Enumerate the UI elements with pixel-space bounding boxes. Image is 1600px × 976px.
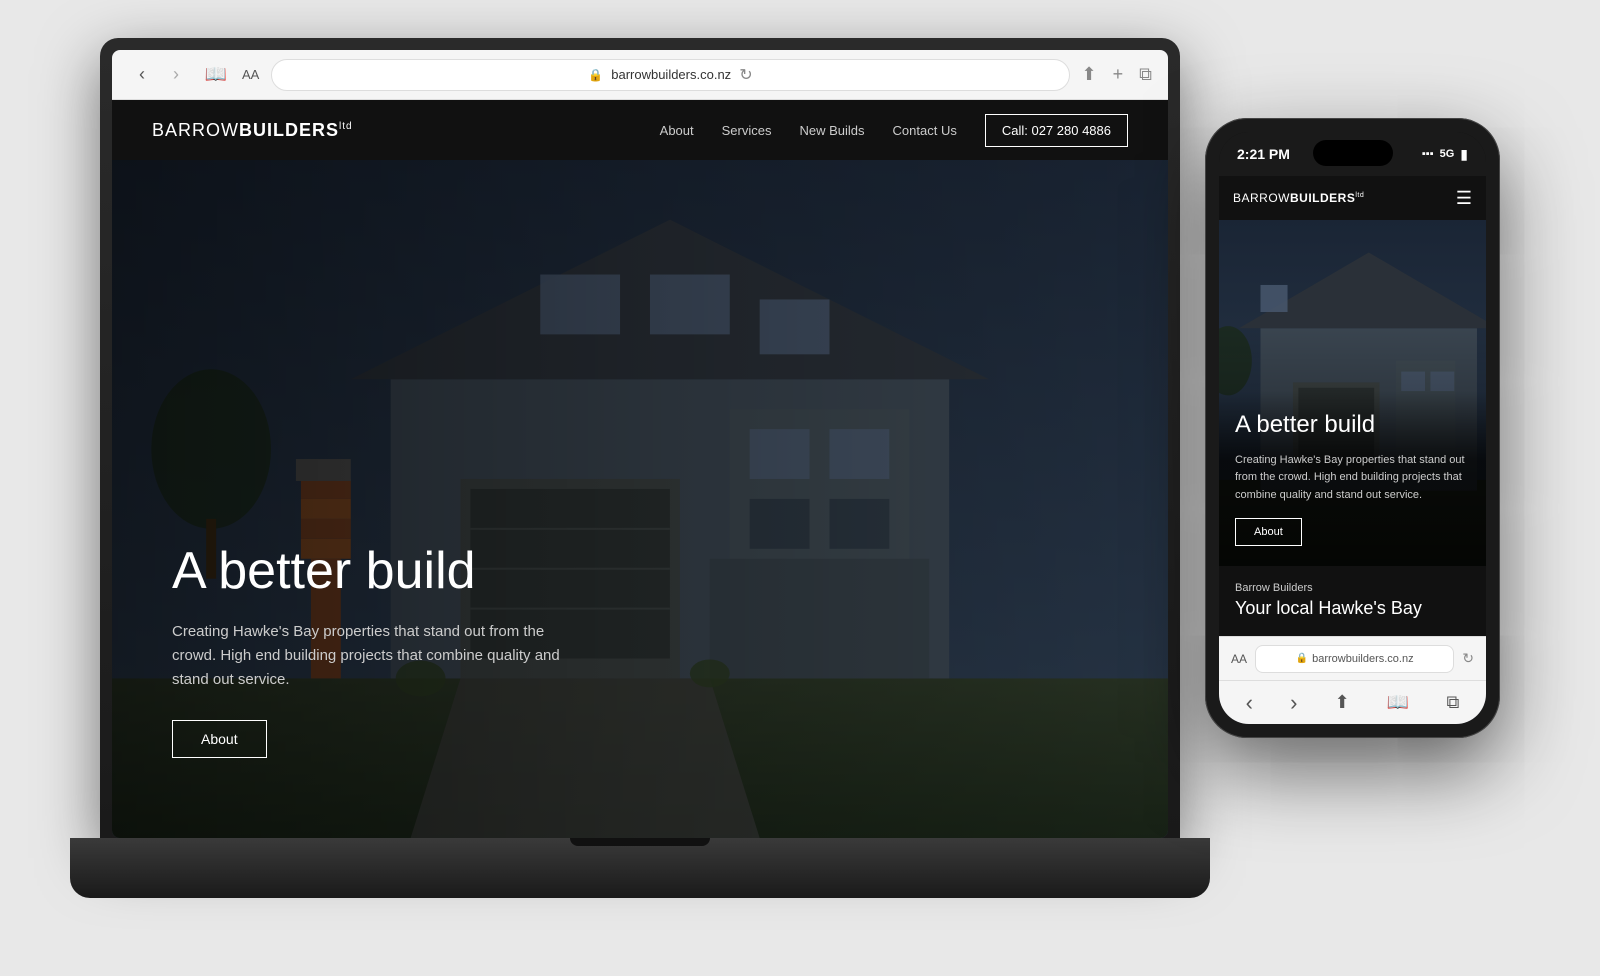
browser-new-tab-icon[interactable]: + [1113, 64, 1124, 85]
hero-about-button[interactable]: About [172, 720, 267, 758]
phone-share-icon[interactable]: ⬆ [1335, 692, 1350, 713]
phone-device: 2:21 PM ▪▪▪ 5G ▮ BARROWBUILDERSltd ☰ [1205, 118, 1500, 738]
hero-content: A better build Creating Hawke's Bay prop… [172, 543, 572, 758]
browser-share-icon[interactable]: ⬆ [1082, 64, 1097, 85]
nav-links-group: About Services New Builds Contact Us Cal… [660, 114, 1128, 147]
hero-subtitle: Creating Hawke's Bay properties that sta… [172, 620, 572, 692]
browser-back-button[interactable]: ‹ [128, 61, 156, 89]
phone-logo-super: ltd [1355, 192, 1364, 199]
phone-browser-address-bar: AA 🔒 barrowbuilders.co.nz ↻ [1219, 636, 1486, 680]
logo-text-regular: BARROW [152, 120, 239, 140]
phone-5g-icon: 5G [1440, 148, 1455, 160]
browser-nav-group: ‹ › [128, 61, 190, 89]
browser-address-bar[interactable]: 🔒 barrowbuilders.co.nz ↻ [271, 59, 1069, 91]
laptop-base [70, 838, 1210, 898]
browser-url-text: barrowbuilders.co.nz [611, 67, 731, 82]
phone-hero-about-button[interactable]: About [1235, 518, 1302, 546]
phone-hero-title: A better build [1235, 411, 1470, 440]
laptop-device: ‹ › 📖 AA 🔒 barrowbuilders.co.nz ↻ ⬆ + ⧉ [100, 38, 1180, 898]
browser-tabs-icon[interactable]: ⧉ [1139, 64, 1152, 85]
nav-link-services[interactable]: Services [722, 123, 772, 138]
phone-logo-bold: BUILDERS [1290, 191, 1355, 205]
phone-hero-subtitle: Creating Hawke's Bay properties that sta… [1235, 452, 1470, 505]
scene: ‹ › 📖 AA 🔒 barrowbuilders.co.nz ↻ ⬆ + ⧉ [100, 38, 1500, 938]
logo-superscript: ltd [339, 121, 353, 132]
browser-aa-label[interactable]: AA [242, 67, 259, 82]
phone-logo: BARROWBUILDERSltd [1233, 191, 1364, 205]
site-navigation: BARROWBUILDERSltd About Services New Bui… [112, 100, 1168, 160]
website-container: BARROWBUILDERSltd About Services New Bui… [112, 100, 1168, 838]
phone-status-icons: ▪▪▪ 5G ▮ [1422, 146, 1468, 163]
phone-section-below-hero: Barrow Builders Your local Hawke's Bay [1219, 566, 1486, 636]
phone-status-bar: 2:21 PM ▪▪▪ 5G ▮ [1219, 132, 1486, 176]
phone-refresh-icon[interactable]: ↻ [1462, 650, 1474, 667]
phone-tabs-icon[interactable]: ⧉ [1447, 692, 1460, 713]
browser-right-icons: ⬆ + ⧉ [1082, 64, 1152, 85]
phone-signal-icon: ▪▪▪ [1422, 148, 1434, 160]
phone-url-bar[interactable]: 🔒 barrowbuilders.co.nz [1255, 645, 1454, 673]
laptop-screen: ‹ › 📖 AA 🔒 barrowbuilders.co.nz ↻ ⬆ + ⧉ [112, 50, 1168, 838]
browser-forward-button[interactable]: › [162, 61, 190, 89]
hero-title: A better build [172, 543, 572, 600]
phone-website: BARROWBUILDERSltd ☰ [1219, 176, 1486, 724]
phone-screen: 2:21 PM ▪▪▪ 5G ▮ BARROWBUILDERSltd ☰ [1219, 132, 1486, 724]
phone-time: 2:21 PM [1237, 146, 1290, 162]
phone-hero-content: A better build Creating Hawke's Bay prop… [1219, 391, 1486, 567]
nav-link-new-builds[interactable]: New Builds [800, 123, 865, 138]
nav-link-about[interactable]: About [660, 123, 694, 138]
site-logo: BARROWBUILDERSltd [152, 120, 660, 141]
phone-bookmark-icon[interactable]: 📖 [1387, 692, 1409, 713]
browser-bookmark-icon[interactable]: 📖 [202, 61, 230, 89]
phone-browser-aa[interactable]: AA [1231, 652, 1247, 666]
phone-forward-button[interactable]: › [1290, 690, 1297, 716]
phone-section-label: Barrow Builders [1235, 582, 1470, 594]
browser-lock-icon: 🔒 [588, 68, 603, 82]
logo-text-bold: BUILDERS [239, 120, 339, 140]
browser-refresh-icon[interactable]: ↻ [739, 65, 752, 85]
hamburger-menu-icon[interactable]: ☰ [1456, 188, 1472, 209]
laptop-body: ‹ › 📖 AA 🔒 barrowbuilders.co.nz ↻ ⬆ + ⧉ [100, 38, 1180, 838]
phone-url-text: barrowbuilders.co.nz [1312, 653, 1414, 665]
browser-chrome: ‹ › 📖 AA 🔒 barrowbuilders.co.nz ↻ ⬆ + ⧉ [112, 50, 1168, 100]
phone-battery-icon: ▮ [1460, 146, 1468, 163]
phone-lock-icon: 🔒 [1296, 653, 1308, 664]
phone-site-nav: BARROWBUILDERSltd ☰ [1219, 176, 1486, 220]
phone-hero-section: A better build Creating Hawke's Bay prop… [1219, 220, 1486, 566]
hero-section: BARROWBUILDERSltd About Services New Bui… [112, 100, 1168, 838]
nav-cta-button[interactable]: Call: 027 280 4886 [985, 114, 1128, 147]
phone-bottom-navigation: ‹ › ⬆ 📖 ⧉ [1219, 680, 1486, 724]
phone-logo-regular: BARROW [1233, 191, 1290, 205]
phone-dynamic-island [1313, 140, 1393, 166]
phone-back-button[interactable]: ‹ [1246, 690, 1253, 716]
nav-link-contact[interactable]: Contact Us [893, 123, 957, 138]
phone-section-title: Your local Hawke's Bay [1235, 598, 1470, 620]
